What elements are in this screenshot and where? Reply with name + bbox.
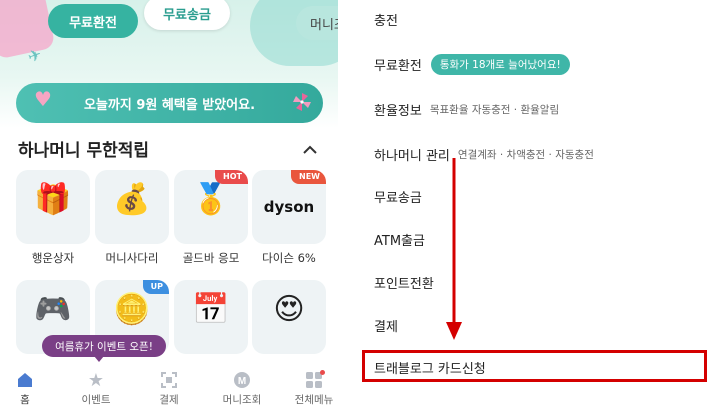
tab-label: 전체메뉴 <box>294 394 334 406</box>
menu-item-label: 무료송금 <box>374 191 422 206</box>
menu-item-label: 하나머니 관리 <box>374 149 450 164</box>
heart-icon: ♥ <box>34 87 52 111</box>
menu-item-sub: 연결계좌 · 차액충전 · 자동충전 <box>457 149 594 161</box>
up-badge: UP <box>142 280 169 294</box>
card-label: 다이슨 6% <box>262 251 316 265</box>
menu-item-sub: 목표환율 자동충전 · 환율알림 <box>429 104 560 116</box>
money-coin-icon: M <box>234 372 250 388</box>
menu-item-exchange-rate[interactable]: 환율정보 목표환율 자동충전 · 환율알림 <box>374 100 559 119</box>
menu-item-money-manage[interactable]: 하나머니 관리 연결계좌 · 차액충전 · 자동충전 <box>374 145 594 164</box>
bottom-tab-bar: 홈 ★ 이벤트 결제 M 머니조회 전체메뉴 <box>0 364 338 419</box>
notification-dot <box>320 370 325 375</box>
money-bag-icon: 💰 <box>113 182 151 217</box>
hot-badge: HOT <box>215 170 248 184</box>
menu-item-free-exchange[interactable]: 무료환전 통화가 18개로 늘어났어요! <box>374 54 570 75</box>
card-dyson[interactable]: dyson NEW <box>252 170 326 244</box>
new-badge: NEW <box>291 170 326 184</box>
card-gold-bar[interactable]: 🥇 HOT <box>174 170 248 244</box>
free-exchange-pill[interactable]: 무료환전 <box>48 4 138 38</box>
gold-bar-icon: 🥇 <box>192 182 230 217</box>
event-tooltip[interactable]: 여름휴가 이벤트 오픈! <box>42 335 166 362</box>
tab-all-menu[interactable]: 전체메뉴 <box>284 370 338 407</box>
menu-item-label: 결제 <box>374 320 398 335</box>
benefit-banner[interactable]: ♥ 오늘까지 9원 혜택을 받았어요. <box>16 83 323 123</box>
tab-label: 결제 <box>159 394 179 406</box>
home-panel: ✈ 무료환전 무료송금 머니조회 ♥ 오늘까지 9원 혜택을 받았어요. 하나머… <box>0 0 338 419</box>
menu-item-label: 환율정보 <box>374 104 422 119</box>
tab-money[interactable]: M 머니조회 <box>212 370 272 407</box>
menu-item-free-send[interactable]: 무료송금 <box>374 187 422 206</box>
banner-text: 오늘까지 9원 혜택을 받았어요. <box>83 97 256 113</box>
card-calendar[interactable]: 📅 <box>174 280 248 354</box>
tab-label: 머니조회 <box>222 394 262 406</box>
free-send-pill[interactable]: 무료송금 <box>144 0 230 30</box>
gift-box-icon: 🎁 <box>34 182 72 217</box>
menu-item-tag: 통화가 18개로 늘어났어요! <box>430 54 570 75</box>
menu-item-label: 충전 <box>374 14 398 29</box>
card-money-ladder[interactable]: 💰 <box>95 170 169 244</box>
card-label: 머니사다리 <box>105 251 159 265</box>
money-check-pill[interactable]: 머니조회 <box>296 6 338 40</box>
game-console-icon: 🎮 <box>34 292 72 327</box>
dyson-logo: dyson <box>263 198 315 216</box>
menu-item-label: 무료환전 <box>374 59 422 74</box>
menu-item-atm[interactable]: ATM출금 <box>374 230 425 249</box>
card-label: 행운상자 <box>31 251 75 265</box>
pinwheel-icon <box>293 93 311 111</box>
menu-item-point-convert[interactable]: 포인트전환 <box>374 273 434 292</box>
menu-item-payment[interactable]: 결제 <box>374 316 398 335</box>
menu-item-charge[interactable]: 충전 <box>374 10 398 29</box>
tab-home[interactable]: 홈 <box>0 370 55 407</box>
coins-icon: 🪙 <box>113 292 151 327</box>
full-menu-panel: 충전 무료환전 통화가 18개로 늘어났어요! 환율정보 목표환율 자동충전 ·… <box>358 0 711 419</box>
card-emoji[interactable]: 😍 <box>252 280 326 354</box>
card-lucky-box[interactable]: 🎁 <box>16 170 90 244</box>
tab-event[interactable]: ★ 이벤트 <box>66 370 126 407</box>
star-icon: ★ <box>87 369 105 391</box>
chevron-up-icon[interactable] <box>300 140 320 160</box>
card-label: 골드바 응모 <box>182 251 240 265</box>
menu-item-label: 트래블로그 카드신청 <box>374 362 486 377</box>
tab-label: 홈 <box>20 394 30 406</box>
heart-eyes-icon: 😍 <box>273 292 305 327</box>
screen: ✈ 무료환전 무료송금 머니조회 ♥ 오늘까지 9원 혜택을 받았어요. 하나머… <box>0 0 711 419</box>
tab-label: 이벤트 <box>81 394 111 406</box>
menu-item-label: 포인트전환 <box>374 277 434 292</box>
scan-icon <box>161 372 177 388</box>
tab-pay[interactable]: 결제 <box>139 370 199 407</box>
svg-text:M: M <box>238 376 246 387</box>
calendar-icon: 📅 <box>192 292 230 327</box>
home-icon <box>18 373 32 387</box>
section-title: 하나머니 무한적립 <box>18 141 150 161</box>
menu-item-travellog-card[interactable]: 트래블로그 카드신청 <box>374 358 486 377</box>
menu-item-label: ATM출금 <box>374 234 425 249</box>
